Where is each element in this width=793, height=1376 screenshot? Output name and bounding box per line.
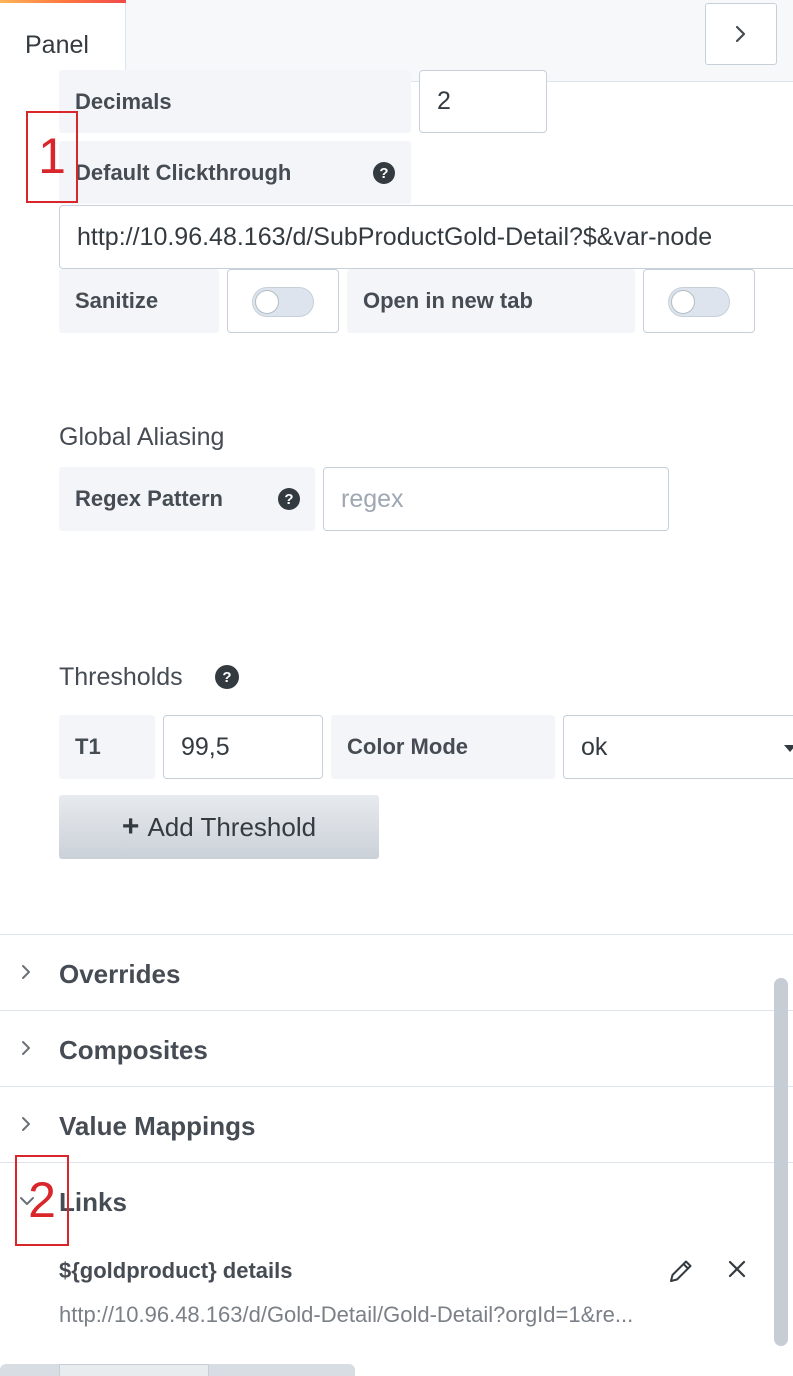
link-item-title: ${goldproduct} details (59, 1258, 293, 1283)
section-overrides[interactable]: Overrides (0, 934, 793, 1010)
close-icon (728, 1260, 746, 1278)
add-threshold-button[interactable]: + Add Threshold (59, 795, 379, 859)
default-clickthrough-label: Default Clickthrough (59, 141, 411, 204)
section-value-mappings-title: Value Mappings (59, 1111, 256, 1141)
open-new-tab-switch-knob (671, 290, 695, 314)
color-mode-label: Color Mode (331, 715, 555, 779)
clickthrough-help-icon[interactable]: ? (373, 162, 395, 184)
regex-placeholder: regex (341, 484, 404, 513)
t1-value-input[interactable]: 99,5 (163, 715, 323, 779)
chevron-right-icon (735, 25, 746, 43)
chevron-right-icon (22, 965, 30, 979)
decimals-label: Decimals (59, 70, 411, 133)
thresholds-help-icon[interactable]: ? (215, 665, 239, 689)
sanitize-label: Sanitize (59, 269, 219, 333)
caret-down-icon (784, 745, 793, 752)
sanitize-toggle[interactable] (227, 269, 339, 333)
section-composites-title: Composites (59, 1035, 208, 1065)
edit-link-button[interactable] (664, 1254, 698, 1288)
collapse-pane-button[interactable] (705, 3, 777, 65)
section-value-mappings[interactable]: Value Mappings (0, 1086, 793, 1162)
decimals-input[interactable]: 2 (419, 70, 547, 133)
section-composites[interactable]: Composites (0, 1010, 793, 1086)
t1-label: T1 (59, 715, 155, 779)
chevron-right-icon (22, 1117, 30, 1131)
regex-pattern-input[interactable]: regex (323, 467, 669, 531)
section-links[interactable]: Links (0, 1162, 793, 1238)
sanitize-switch-track (252, 287, 314, 317)
open-new-tab-toggle[interactable] (643, 269, 755, 333)
link-item-url: http://10.96.48.163/d/Gold-Detail/Gold-D… (59, 1302, 634, 1327)
regex-help-icon[interactable]: ? (278, 488, 300, 510)
chevron-right-icon (22, 1041, 30, 1055)
active-tab-accent (0, 0, 126, 3)
bottom-toolbar-segment (59, 1364, 209, 1376)
thresholds-title: Thresholds (59, 663, 183, 691)
clickthrough-url-input[interactable]: http://10.96.48.163/d/SubProductGold-Det… (59, 205, 793, 269)
regex-pattern-label: Regex Pattern (59, 467, 315, 531)
open-new-tab-switch-track (668, 287, 730, 317)
open-new-tab-label: Open in new tab (347, 269, 635, 333)
remove-link-button[interactable] (722, 1254, 752, 1284)
bottom-toolbar-edge (0, 1364, 355, 1376)
annotation-marker-2: 2 (15, 1155, 69, 1246)
vertical-scrollbar[interactable] (774, 978, 788, 1346)
color-mode-select[interactable]: ok (563, 715, 793, 779)
global-aliasing-title: Global Aliasing (59, 423, 225, 451)
sanitize-switch-knob (255, 290, 279, 314)
plus-icon: + (121, 810, 140, 843)
annotation-marker-1: 1 (26, 111, 78, 203)
section-overrides-title: Overrides (59, 959, 181, 989)
tab-panel-label: Panel (25, 31, 89, 59)
section-links-title: Links (59, 1187, 127, 1217)
pencil-icon (670, 1260, 692, 1282)
